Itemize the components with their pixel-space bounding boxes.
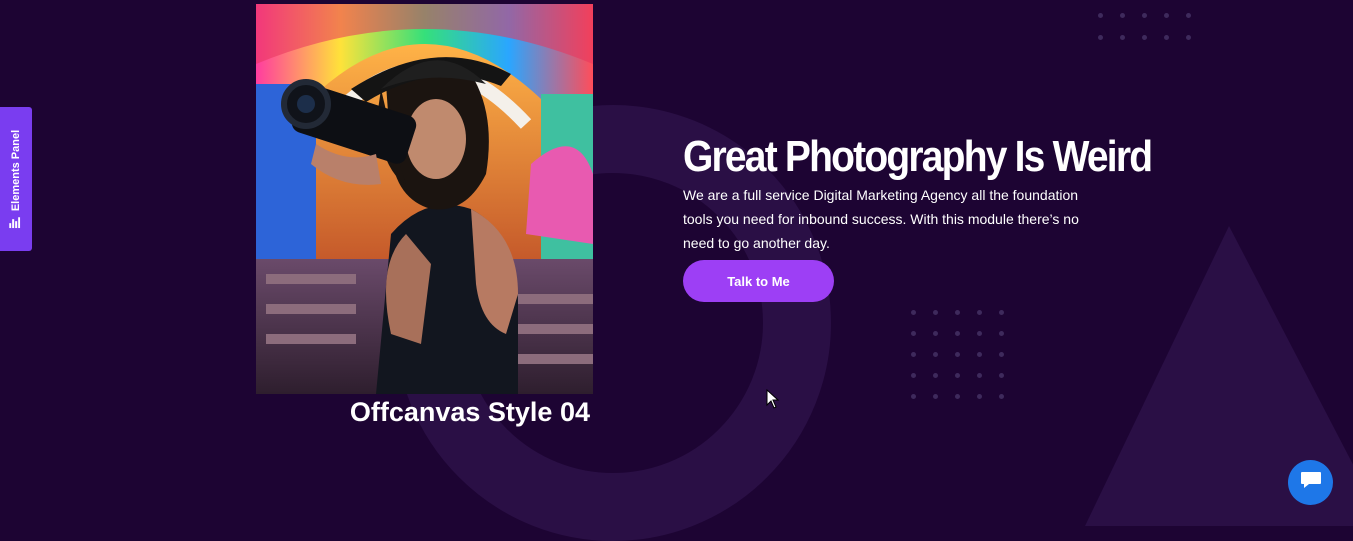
- chat-bubble-icon: [1300, 470, 1322, 495]
- bar-chart-icon: [9, 217, 23, 229]
- chat-widget-button[interactable]: [1288, 460, 1333, 505]
- dot-pattern-middle: [911, 310, 1004, 399]
- offcanvas-style-caption: Offcanvas Style 04: [349, 397, 590, 427]
- hero-description: We are a full service Digital Marketing …: [683, 187, 1079, 251]
- photographer-photo: [256, 4, 593, 394]
- elements-panel-tab[interactable]: Elements Panel: [0, 107, 32, 251]
- talk-to-me-button[interactable]: Talk to Me: [683, 260, 834, 302]
- elements-panel-label: Elements Panel: [10, 129, 23, 212]
- mouse-pointer-icon: [766, 388, 780, 414]
- dot-pattern-top: [1098, 13, 1191, 40]
- hero-headline: Great Photography Is Weird: [683, 133, 1153, 182]
